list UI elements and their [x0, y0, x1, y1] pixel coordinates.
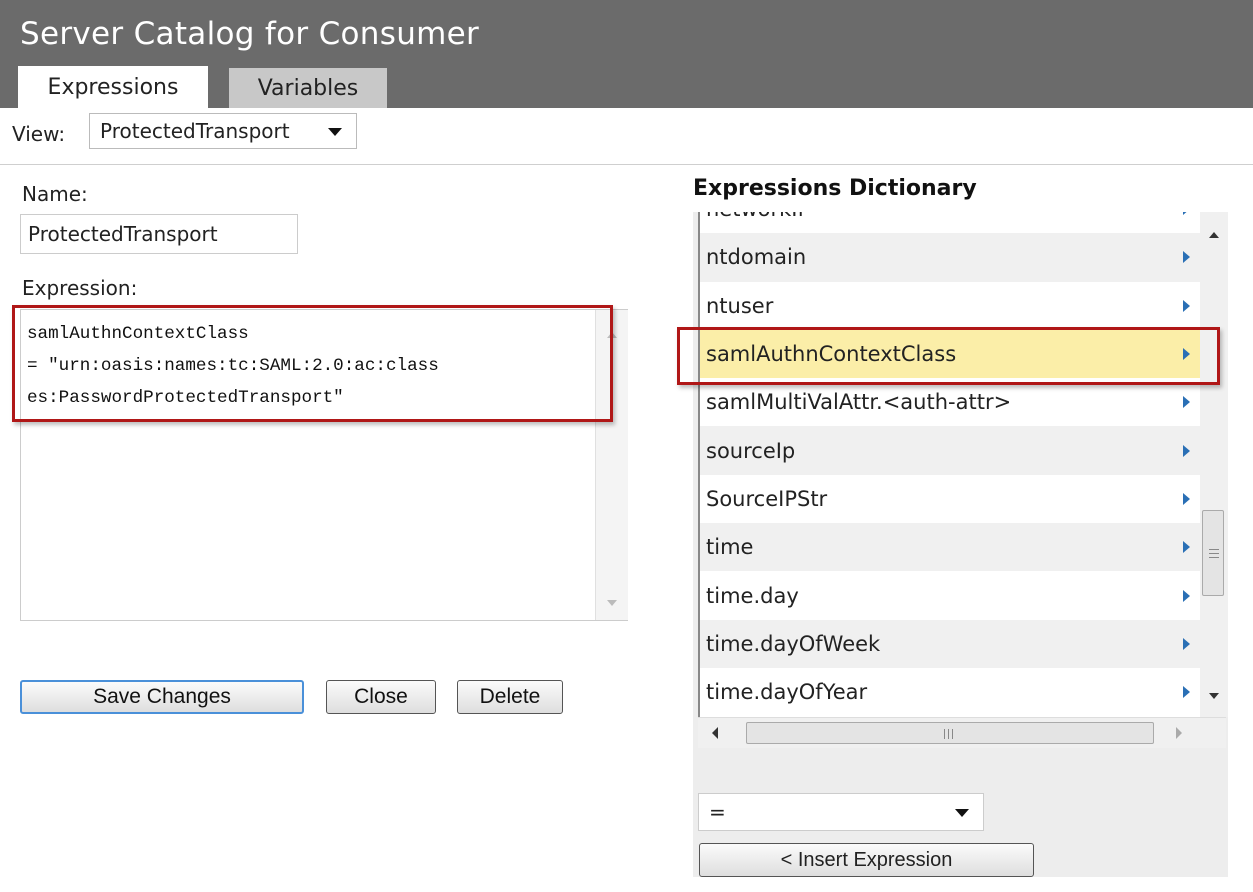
list-item-label: samlAuthnContextClass [706, 342, 957, 367]
tab-variables[interactable]: Variables [229, 68, 387, 108]
chevron-right-icon [1183, 299, 1190, 312]
chevron-right-icon [1183, 212, 1190, 216]
list-item[interactable]: time.dayOfYear [700, 667, 1202, 717]
chevron-right-icon [1183, 686, 1190, 699]
list-item[interactable]: time [700, 523, 1202, 572]
chevron-right-icon [1183, 444, 1190, 457]
chevron-down-icon [955, 809, 969, 817]
expression-label: Expression: [22, 276, 138, 300]
chevron-right-icon [1183, 637, 1190, 650]
expression-text: samlAuthnContextClass = "urn:oasis:names:… [27, 318, 607, 414]
chevron-right-icon [1183, 396, 1190, 409]
expression-line: samlAuthnContextClass [27, 324, 249, 344]
list-item-label: time.day [706, 583, 799, 608]
name-label: Name: [22, 182, 88, 206]
grip-line [948, 729, 949, 739]
list-item-label: samlMultiValAttr.<auth-attr> [706, 390, 1012, 415]
list-item[interactable]: sourceIp [700, 426, 1202, 475]
expression-textarea[interactable]: samlAuthnContextClass = "urn:oasis:names:… [20, 309, 628, 621]
list-item-label: time.dayOfWeek [706, 631, 881, 656]
title-bar: Server Catalog for Consumer Expressions … [0, 0, 1253, 108]
list-item-label: networkIf [706, 212, 805, 221]
list-item-label: ntdomain [706, 245, 807, 270]
chevron-right-icon [1183, 492, 1190, 505]
expression-line: es:PasswordProtectedTransport" [27, 388, 344, 408]
list-item[interactable]: samlMultiValAttr.<auth-attr> [700, 378, 1202, 427]
dictionary-horizontal-scrollbar[interactable] [698, 717, 1226, 748]
list-item[interactable]: SourceIPStr [700, 474, 1202, 524]
view-label: View: [12, 122, 66, 146]
view-dropdown-value: ProtectedTransport [100, 119, 290, 143]
list-item[interactable]: ntdomain [700, 233, 1202, 282]
operator-dropdown[interactable]: = [698, 793, 984, 831]
list-item-label: sourceIp [706, 438, 796, 463]
chevron-right-icon [1183, 589, 1190, 602]
list-item-label: SourceIPStr [706, 486, 828, 511]
list-item[interactable]: time.day [700, 571, 1202, 620]
delete-button[interactable]: Delete [457, 680, 563, 714]
scroll-down-icon[interactable] [1209, 693, 1219, 699]
dictionary-title: Expressions Dictionary [693, 176, 977, 201]
scroll-up-icon[interactable] [1209, 232, 1219, 238]
list-item[interactable]: networkIf [700, 212, 1202, 234]
page-title: Server Catalog for Consumer [20, 16, 480, 52]
save-changes-button[interactable]: Save Changes [20, 680, 304, 714]
tab-expressions[interactable]: Expressions [18, 66, 208, 108]
list-item-label: time.dayOfYear [706, 680, 868, 705]
grip-line [952, 729, 953, 739]
scroll-left-icon[interactable] [712, 727, 718, 739]
operator-value: = [709, 800, 726, 824]
list-item[interactable]: time.dayOfWeek [700, 619, 1202, 668]
chevron-right-icon [1183, 348, 1190, 361]
divider [0, 164, 1253, 165]
list-item-selected[interactable]: samlAuthnContextClass [700, 329, 1202, 379]
grip-line [1209, 549, 1219, 550]
grip-line [944, 729, 945, 739]
name-input-value: ProtectedTransport [28, 222, 218, 246]
scrollbar-thumb[interactable] [1202, 510, 1224, 596]
grip-line [1209, 557, 1219, 558]
chevron-down-icon [328, 128, 342, 136]
insert-expression-button[interactable]: < Insert Expression [699, 843, 1034, 877]
view-dropdown[interactable]: ProtectedTransport [89, 113, 357, 149]
expression-line: = "urn:oasis:names:tc:SAML:2.0:ac:class [27, 356, 439, 376]
chevron-right-icon [1183, 251, 1190, 264]
expression-scrollbar[interactable] [595, 310, 628, 620]
scroll-right-icon[interactable] [1176, 727, 1182, 739]
list-item[interactable]: ntuser [700, 281, 1202, 330]
close-button[interactable]: Close [326, 680, 436, 714]
chevron-right-icon [1183, 541, 1190, 554]
grip-line [1209, 553, 1219, 554]
list-item-label: ntuser [706, 293, 774, 318]
scroll-down-icon[interactable] [607, 600, 617, 606]
scroll-up-icon[interactable] [607, 332, 617, 338]
scrollbar-thumb[interactable] [746, 722, 1154, 744]
dictionary-list[interactable]: networkIf ntdomain ntuser samlAuthnConte… [698, 212, 1202, 717]
list-item-label: time [706, 535, 754, 560]
name-input[interactable]: ProtectedTransport [20, 214, 298, 254]
dictionary-vertical-scrollbar[interactable] [1200, 212, 1228, 717]
